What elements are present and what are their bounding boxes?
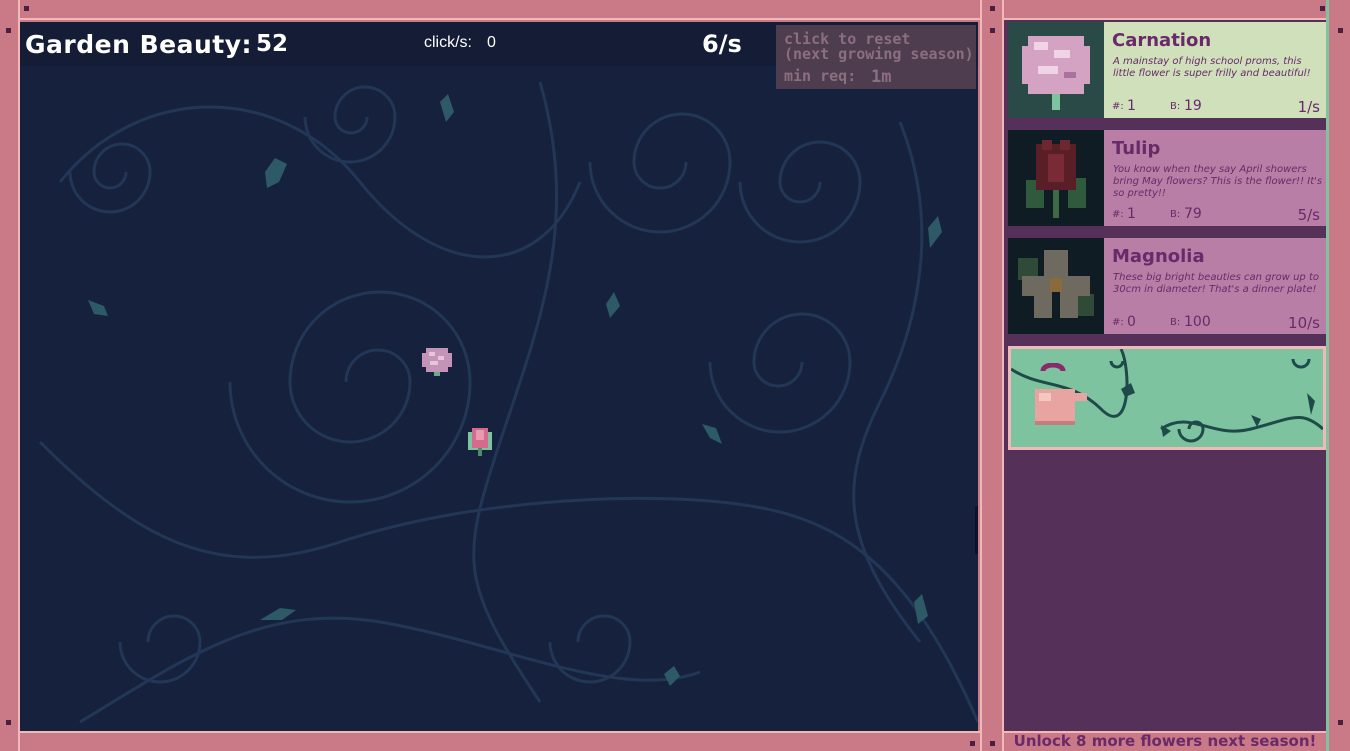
rivet (24, 6, 29, 11)
cost-value: 100 (1184, 314, 1211, 330)
owned-count: 1 (1127, 98, 1136, 114)
garden-area[interactable]: Garden Beauty: 52 click/s: 0 6/s click t… (20, 22, 978, 731)
carnation-icon (1022, 36, 1090, 110)
frame-divider (980, 0, 1004, 751)
tulip-info: Tulip You know when they say April showe… (1104, 130, 1326, 226)
magnolia-thumbnail (1008, 238, 1104, 334)
rivet (1320, 6, 1325, 11)
unlock-more-flowers-text: Unlock 8 more flowers next season! (1013, 732, 1317, 750)
cost-label: B: (1170, 101, 1181, 112)
owned-count-label: #: (1112, 209, 1124, 220)
tulip-icon[interactable] (464, 424, 498, 458)
min-requirement-label: min req: (784, 67, 857, 85)
production-rate: 1/s (1297, 98, 1320, 116)
flower-name: Carnation (1112, 30, 1212, 51)
cost-label: B: (1170, 209, 1181, 220)
production-rate: 10/s (1288, 314, 1320, 332)
rivet (6, 28, 11, 33)
flower-description: These big bright beauties can grow up to… (1113, 272, 1320, 295)
scroll-notch (975, 506, 978, 554)
rivet (6, 720, 11, 725)
tulip-thumbnail (1008, 130, 1104, 226)
rivet (990, 6, 995, 11)
magnolia-info: Magnolia These big bright beauties can g… (1104, 238, 1326, 334)
owned-count: 1 (1127, 206, 1136, 222)
rivet (970, 741, 975, 746)
beauty-rate: 6/s (702, 30, 742, 58)
frame-top (0, 0, 1350, 20)
watering-can-icon (1035, 363, 1087, 425)
flower-name: Tulip (1112, 138, 1161, 159)
vine-background (38, 81, 978, 724)
garden-beauty-label: Garden Beauty: (25, 30, 252, 59)
rivet (990, 741, 995, 746)
owned-count-label: #: (1112, 317, 1124, 328)
clicks-per-second-value: 0 (487, 34, 496, 51)
owned-count: 0 (1127, 314, 1136, 330)
reset-season-button[interactable]: click to reset (next growing season) min… (776, 25, 976, 89)
min-requirement-value: 1m (871, 67, 892, 87)
rivet (1338, 720, 1343, 725)
shop-card-tulip[interactable]: Tulip You know when they say April showe… (1008, 130, 1326, 226)
flower-name: Magnolia (1112, 246, 1205, 267)
rivet (990, 28, 995, 33)
flower-description: A mainstay of high school proms, this li… (1113, 56, 1311, 79)
magnolia-icon (1018, 250, 1094, 318)
carnation-icon[interactable] (420, 344, 454, 378)
production-rate: 5/s (1297, 206, 1320, 224)
cost-label: B: (1170, 317, 1181, 328)
tulip-icon (1026, 140, 1086, 218)
frame-right (1326, 0, 1350, 751)
flower-shop: Carnation A mainstay of high school prom… (1004, 20, 1326, 731)
clicks-per-second-label: click/s: (424, 34, 472, 51)
owned-count-label: #: (1112, 101, 1124, 112)
watering-can-upgrade[interactable] (1008, 346, 1326, 450)
cost-value: 79 (1184, 206, 1202, 222)
carnation-thumbnail (1008, 22, 1104, 118)
shop-card-magnolia[interactable]: Magnolia These big bright beauties can g… (1008, 238, 1326, 334)
cost-value: 19 (1184, 98, 1202, 114)
rivet (1338, 28, 1343, 33)
garden-beauty-value: 52 (256, 31, 289, 57)
flower-description: You know when they say April showers bri… (1113, 164, 1323, 199)
frame-left (0, 0, 20, 751)
reset-button-sublabel: (next growing season) (784, 45, 974, 63)
carnation-info: Carnation A mainstay of high school prom… (1104, 22, 1326, 118)
shop-card-carnation[interactable]: Carnation A mainstay of high school prom… (1008, 22, 1326, 118)
